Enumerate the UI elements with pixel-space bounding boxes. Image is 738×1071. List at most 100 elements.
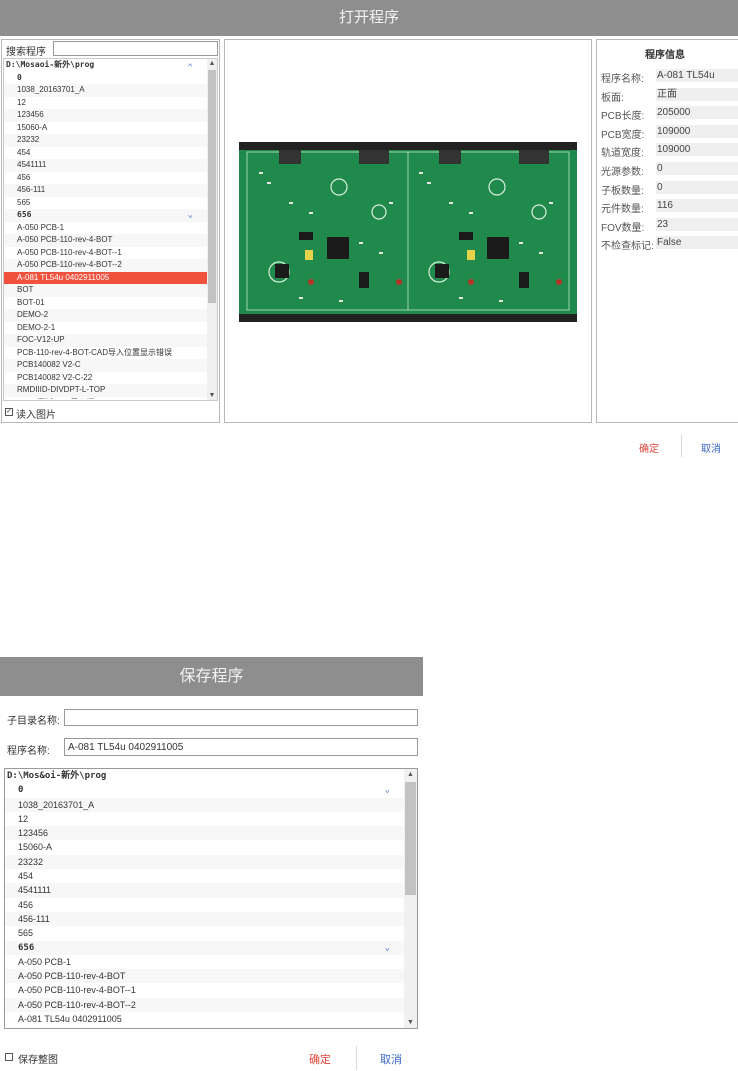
list-item[interactable]: A-050 PCB-1 bbox=[4, 222, 207, 235]
list-item[interactable]: 12 bbox=[5, 812, 404, 826]
list-item-label: BOT bbox=[17, 285, 34, 294]
list-item[interactable]: 123456 bbox=[5, 826, 404, 841]
list-item[interactable]: 1038_20163701_A bbox=[5, 797, 404, 812]
list-item-label: 15060-A bbox=[17, 122, 48, 132]
save-scrollbar-thumb[interactable] bbox=[405, 782, 416, 895]
list-item-label: 565 bbox=[17, 197, 31, 207]
info-value: 109000 bbox=[656, 124, 738, 138]
list-item[interactable]: 123456 bbox=[4, 109, 207, 122]
save-list-scrollbar[interactable]: ▲ ▼ bbox=[404, 769, 417, 1028]
list-item[interactable]: A-081 TL54u 0402911005 bbox=[4, 271, 207, 284]
chevron-down-icon[interactable]: ⌄ bbox=[385, 941, 390, 955]
preview-panel bbox=[224, 39, 592, 423]
list-item[interactable]: A-081 TL54u 0402911005 bbox=[5, 1012, 404, 1026]
list-item[interactable]: TL54 测试CAD导入慢 bbox=[4, 397, 207, 400]
open-cancel-button[interactable]: 取消 bbox=[701, 440, 721, 455]
info-value: A-081 TL54u bbox=[656, 69, 738, 82]
list-item-label: DEMO-2 bbox=[17, 310, 49, 319]
list-item-label: 656 bbox=[18, 942, 35, 953]
program-list-scrollbar[interactable]: ▲ ▼ bbox=[207, 59, 217, 400]
list-item-label: PCB-110-rev-4-BOT-CAD导入位置显示错误 bbox=[17, 347, 172, 357]
save-scroll-up-icon[interactable]: ▲ bbox=[404, 771, 417, 778]
save-dialog-titlebar: 保存程序 bbox=[0, 657, 423, 696]
list-item[interactable]: PCB-110-rev-4-BOT-CAD导入位置显示错误 bbox=[4, 347, 207, 360]
folder-item[interactable]: 656 ⌄ bbox=[4, 209, 207, 222]
list-item[interactable]: 565 bbox=[5, 926, 404, 940]
list-item[interactable]: 454 bbox=[4, 147, 207, 160]
list-item-label: 0 bbox=[18, 785, 24, 796]
save-ok-button[interactable]: 确定 bbox=[309, 1051, 331, 1067]
program-list[interactable]: D:\Mosaoi-新外\prog0⌄⌃1038_20163701_A 12123… bbox=[4, 59, 207, 399]
subdir-input[interactable] bbox=[64, 709, 418, 726]
list-item[interactable]: DEMO-2 bbox=[4, 309, 207, 322]
program-name-input[interactable] bbox=[64, 738, 418, 756]
program-list-panel: 搜索程序 D:\Mosaoi-新外\prog0⌄⌃1038_20163701_A… bbox=[1, 39, 220, 423]
list-item[interactable]: A-050 PCB-110-rev-4-BOT--2 bbox=[5, 997, 404, 1013]
scroll-up-icon[interactable]: ▲ bbox=[207, 60, 217, 67]
list-item[interactable]: 23232 bbox=[5, 854, 404, 870]
chevron-down-icon[interactable]: ⌄ bbox=[385, 783, 390, 797]
search-input[interactable] bbox=[53, 41, 218, 56]
list-item[interactable]: A-050 PCB-110-rev-4-BOT--2 bbox=[4, 259, 207, 272]
list-item-label: 123456 bbox=[17, 110, 44, 119]
list-item[interactable]: 4541111 bbox=[5, 883, 404, 898]
scroll-down-icon[interactable]: ▼ bbox=[207, 392, 217, 399]
list-item[interactable]: FOC-V12-UP bbox=[4, 334, 207, 347]
list-item[interactable]: 456-111 bbox=[4, 184, 207, 197]
open-ok-button[interactable]: 确定 bbox=[639, 440, 659, 455]
list-item[interactable]: A-050 PCB-110-rev-4-BOT--1 bbox=[4, 247, 207, 260]
list-item-label: 1038_20163701_A bbox=[17, 85, 85, 94]
list-item-label: 4541111 bbox=[18, 885, 52, 896]
list-item[interactable]: A-050 PCB-110-rev-4-BOT--1 bbox=[5, 983, 404, 997]
save-folder-list[interactable]: D:\Mos&oi-新外\prog 0 ⌄ 1038_20163701_A 12 1234… bbox=[5, 769, 404, 1028]
save-button-divider bbox=[356, 1046, 357, 1070]
list-item-label: 656 bbox=[17, 210, 32, 219]
list-item-label: A-081 TL54u 0402911005 bbox=[17, 272, 110, 282]
list-item[interactable]: 12 bbox=[4, 97, 207, 110]
list-item[interactable]: A-050 PCB-110-rev-4-BOT bbox=[4, 234, 207, 247]
info-label: PCB长度: bbox=[601, 111, 645, 123]
list-item[interactable]: A-050 PCB-1 bbox=[5, 955, 404, 969]
list-item-label: 123456 bbox=[18, 828, 49, 839]
list-item[interactable]: 456 bbox=[5, 898, 404, 912]
pcb-preview-image bbox=[239, 142, 577, 322]
list-item[interactable]: 15060-A bbox=[4, 122, 207, 135]
list-item[interactable]: RMDIIID-DIVDPT-L-TOP bbox=[4, 384, 207, 397]
collapse-chevron-icon[interactable]: ⌃ bbox=[188, 62, 193, 75]
list-item-label: 4541111 bbox=[17, 160, 47, 169]
list-item[interactable]: 456 bbox=[4, 172, 207, 185]
save-full-image-checkbox[interactable] bbox=[5, 1053, 13, 1061]
save-scroll-down-icon[interactable]: ▼ bbox=[404, 1019, 417, 1026]
list-item[interactable]: 565 bbox=[4, 197, 207, 210]
list-item[interactable]: 454 bbox=[5, 869, 404, 883]
list-item[interactable]: PCB140082 V2-C-22 bbox=[4, 372, 207, 385]
folder-item[interactable]: 0 ⌄ bbox=[5, 783, 404, 797]
folder-path: D:\Mosaoi-新外\prog bbox=[6, 60, 95, 69]
folder-item[interactable]: 656 ⌄ bbox=[5, 940, 404, 955]
save-cancel-button[interactable]: 取消 bbox=[380, 1051, 402, 1067]
load-image-checkbox[interactable]: ✓ bbox=[5, 408, 13, 416]
list-item[interactable]: A-050 PCB-110-rev-4-BOT bbox=[5, 969, 404, 984]
list-item-label: A-050 PCB-1 bbox=[18, 956, 72, 967]
list-item-label: A-050 PCB-110-rev-4-BOT--2 bbox=[18, 999, 136, 1010]
scrollbar-thumb[interactable] bbox=[208, 70, 216, 303]
list-item-label: RMDIIID-DIVDPT-L-TOP bbox=[17, 385, 106, 394]
list-item-label: 23232 bbox=[18, 856, 44, 867]
list-item[interactable]: DEMO-2-1 bbox=[4, 322, 207, 335]
save-full-image-label: 保存整图 bbox=[18, 1055, 58, 1066]
program-info-panel: 程序信息 程序名称: A-081 TL54u 板面: 正面 PCB长度: 205000 PC… bbox=[596, 39, 738, 423]
list-item[interactable]: 1038_20163701_A bbox=[4, 84, 207, 97]
list-item[interactable]: BOT bbox=[4, 284, 207, 297]
list-item-label: A-050 PCB-110-rev-4-BOT--1 bbox=[18, 985, 136, 996]
list-item[interactable]: 4541111 bbox=[4, 159, 207, 172]
list-item[interactable]: PCB140082 V2-C bbox=[4, 359, 207, 372]
list-item-label: 456 bbox=[17, 172, 31, 182]
list-item[interactable]: 15060-A bbox=[5, 840, 404, 854]
list-item-label: 456-111 bbox=[17, 185, 46, 194]
list-item[interactable]: 23232 bbox=[4, 134, 207, 147]
list-item[interactable]: BOT-01 bbox=[4, 297, 207, 310]
list-item[interactable]: 456-111 bbox=[5, 911, 404, 927]
list-item-label: A-050 PCB-110-rev-4-BOT bbox=[18, 971, 126, 982]
chevron-down-icon[interactable]: ⌄ bbox=[188, 209, 193, 222]
folder-item[interactable]: 0⌄⌃ bbox=[4, 63, 207, 93]
